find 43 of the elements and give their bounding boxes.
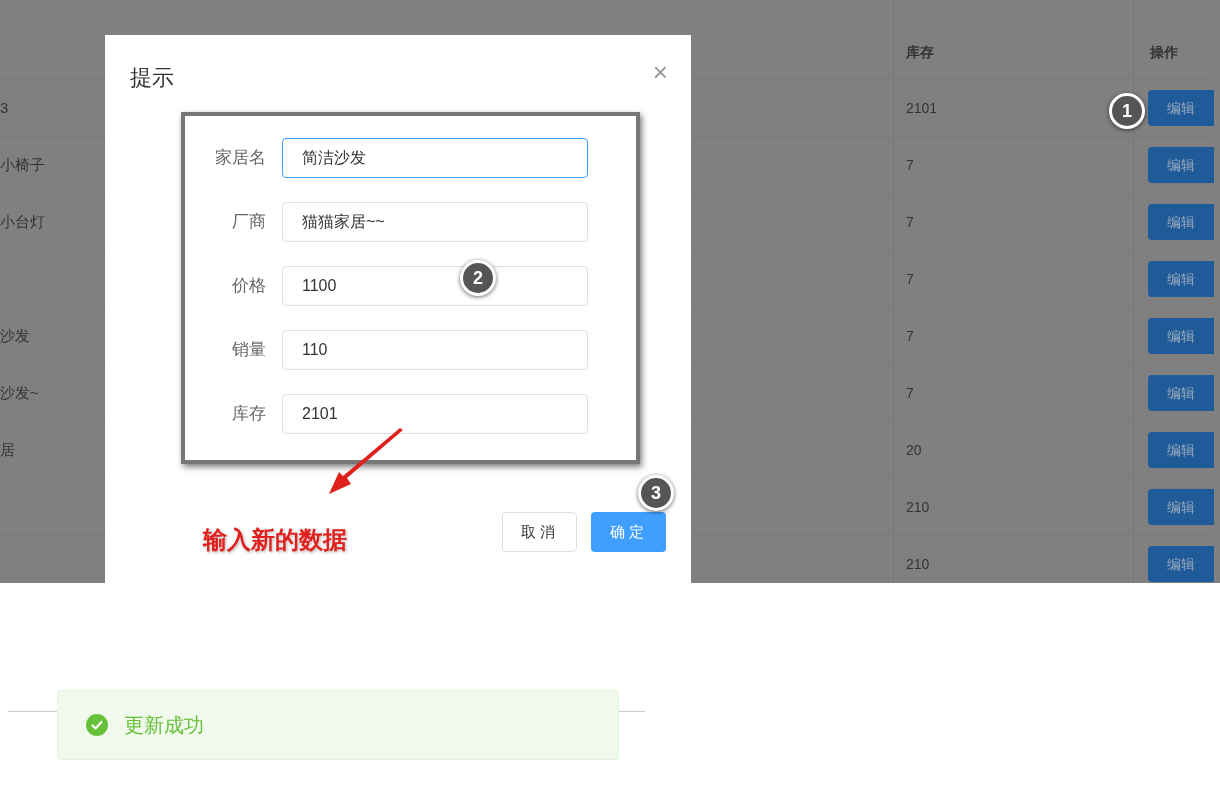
edit-button[interactable]: 编辑 <box>1148 204 1214 240</box>
check-circle-icon <box>86 714 108 736</box>
field-label: 家居名 <box>214 147 267 170</box>
table-cell-text: 210 <box>906 497 930 517</box>
step-marker: 1 <box>1109 93 1145 129</box>
field-label: 价格 <box>231 275 267 298</box>
edit-button[interactable]: 编辑 <box>1148 432 1214 468</box>
input-field[interactable]: 110 <box>282 330 588 370</box>
table-cell-text: 居 <box>0 439 15 460</box>
input-field[interactable]: 2101 <box>282 394 588 434</box>
table-cell-text: 20 <box>906 440 922 460</box>
cancel-button[interactable]: 取消 <box>502 512 577 552</box>
edit-button[interactable]: 编辑 <box>1148 318 1214 354</box>
edit-button[interactable]: 编辑 <box>1148 489 1214 525</box>
table-cell-text: 7 <box>906 269 914 289</box>
column-header: 操作 <box>1150 44 1178 60</box>
table-cell-text: 2101 <box>906 98 938 118</box>
table-cell-text: 210 <box>906 554 930 574</box>
field-label: 库存 <box>231 403 267 426</box>
input-field[interactable]: 猫猫家居~~ <box>282 202 588 242</box>
close-button[interactable]: × <box>652 59 668 85</box>
edit-button[interactable]: 编辑 <box>1148 261 1214 297</box>
annotation-note: 输入新的数据 <box>203 525 347 555</box>
field-label: 厂商 <box>231 211 267 234</box>
edit-button[interactable]: 编辑 <box>1148 147 1214 183</box>
edit-button[interactable]: 编辑 <box>1148 90 1214 126</box>
table-cell-text: 沙发~ <box>0 382 39 403</box>
table-cell-text: 7 <box>906 155 914 175</box>
table-cell-text: 小椅子 <box>0 154 45 175</box>
dialog-title: 提示 <box>130 64 174 92</box>
confirm-button[interactable]: 确定 <box>591 512 666 552</box>
table-cell-text: 小台灯 <box>0 211 45 232</box>
table-cell-text: 沙发 <box>0 325 30 346</box>
table-cell-text: 7 <box>906 212 914 232</box>
table-cell-text: 7 <box>906 326 914 346</box>
column-header: 库存 <box>906 44 934 60</box>
input-field[interactable]: 简洁沙发 <box>282 138 588 178</box>
edit-button[interactable]: 编辑 <box>1148 546 1214 582</box>
edit-button[interactable]: 编辑 <box>1148 375 1214 411</box>
table-cell-text: 3 <box>0 97 9 118</box>
field-label: 销量 <box>231 339 267 362</box>
table-cell-text: 7 <box>906 383 914 403</box>
toast-message: 更新成功 <box>124 713 204 738</box>
